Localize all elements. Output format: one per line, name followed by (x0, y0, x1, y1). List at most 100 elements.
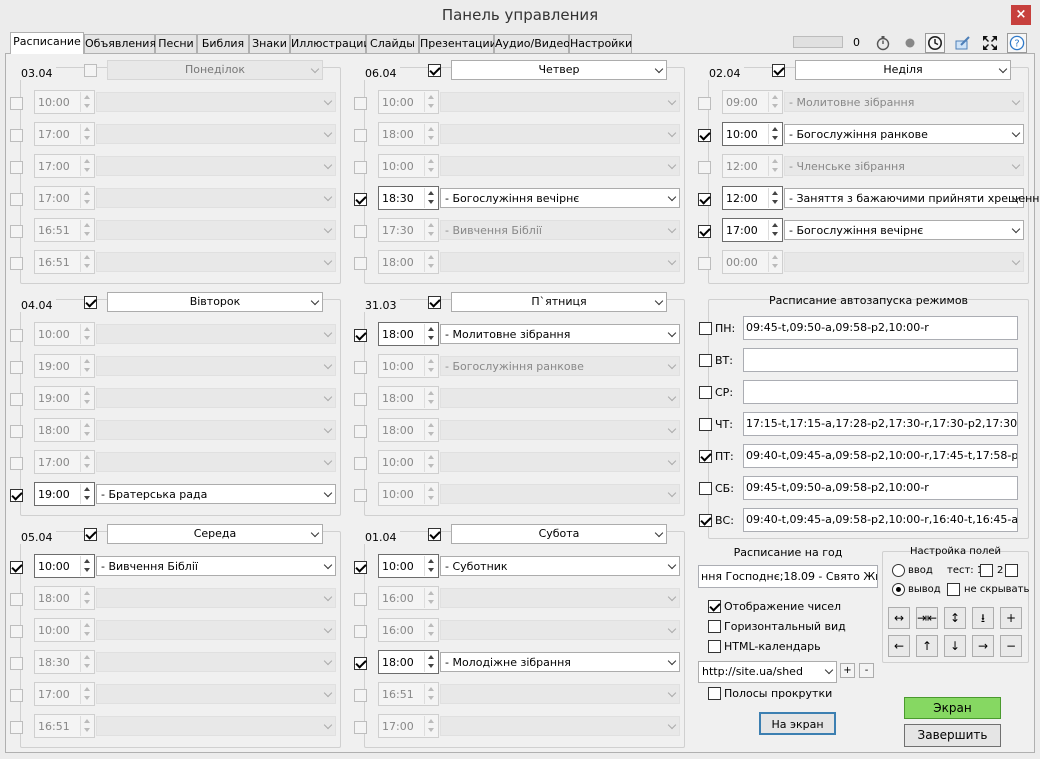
autostart-input[interactable]: 09:45-t,09:50-a,09:58-p2,10:00-r (743, 316, 1018, 340)
event-select[interactable] (96, 716, 336, 736)
event-select[interactable] (96, 588, 336, 608)
event-select[interactable]: - Членське зібрання (784, 156, 1024, 176)
event-select[interactable] (96, 92, 336, 112)
event-checkbox[interactable] (354, 129, 367, 142)
event-time-spinner[interactable]: 10:00 (378, 154, 439, 178)
spinner-arrows-icon[interactable] (424, 684, 437, 704)
autostart-input[interactable]: 09:40-t,09:45-a,09:58-p2,10:00-r,17:45-t… (743, 444, 1018, 468)
event-select[interactable]: - Богослужіння ранкове (784, 124, 1024, 144)
event-time-spinner[interactable]: 16:00 (378, 586, 439, 610)
day-name-select[interactable]: Понеділок (107, 60, 323, 80)
spinner-arrows-icon[interactable] (768, 124, 781, 144)
event-time-spinner[interactable]: 16:51 (34, 218, 95, 242)
event-select[interactable] (96, 452, 336, 472)
event-checkbox[interactable] (10, 329, 23, 342)
html-calendar-checkbox[interactable] (708, 640, 721, 653)
event-select[interactable] (440, 420, 680, 440)
event-select[interactable]: - Богослужіння вечірнє (440, 188, 680, 208)
event-checkbox[interactable] (354, 657, 367, 670)
event-time-spinner[interactable]: 19:00 (34, 354, 95, 378)
spinner-arrows-icon[interactable] (424, 556, 437, 576)
event-checkbox[interactable] (354, 561, 367, 574)
event-checkbox[interactable] (354, 161, 367, 174)
event-checkbox[interactable] (354, 97, 367, 110)
spinner-arrows-icon[interactable] (424, 124, 437, 144)
event-time-spinner[interactable]: 16:51 (34, 714, 95, 738)
event-time-spinner[interactable]: 10:00 (34, 554, 95, 578)
event-select[interactable] (440, 484, 680, 504)
event-time-spinner[interactable]: 16:00 (378, 618, 439, 642)
event-time-spinner[interactable]: 19:00 (34, 386, 95, 410)
event-time-spinner[interactable]: 17:00 (34, 122, 95, 146)
event-checkbox[interactable] (354, 393, 367, 406)
spinner-arrows-icon[interactable] (80, 252, 93, 272)
scrollbars-checkbox[interactable] (708, 687, 721, 700)
spinner-arrows-icon[interactable] (80, 388, 93, 408)
day-enable-checkbox[interactable] (428, 296, 441, 309)
event-select[interactable] (440, 388, 680, 408)
url-add-button[interactable]: + (840, 663, 855, 678)
year-schedule-input[interactable]: ння Господнє;18.09 - Свято Жнив (698, 565, 878, 588)
autostart-input[interactable] (743, 380, 1018, 404)
help-icon[interactable]: ? (1007, 33, 1027, 53)
spinner-arrows-icon[interactable] (80, 420, 93, 440)
event-checkbox[interactable] (354, 257, 367, 270)
spinner-arrows-icon[interactable] (424, 620, 437, 640)
event-time-spinner[interactable]: 18:30 (378, 186, 439, 210)
autostart-checkbox[interactable] (699, 482, 712, 495)
event-time-spinner[interactable]: 17:00 (34, 450, 95, 474)
event-time-spinner[interactable]: 18:00 (378, 322, 439, 346)
event-select[interactable] (440, 124, 680, 144)
finish-button[interactable]: Завершить (904, 724, 1001, 747)
day-name-select[interactable]: Субота (451, 524, 667, 544)
event-time-spinner[interactable]: 10:00 (34, 618, 95, 642)
event-checkbox[interactable] (354, 329, 367, 342)
event-select[interactable] (96, 620, 336, 640)
plus-button[interactable]: + (1000, 607, 1022, 629)
spinner-arrows-icon[interactable] (424, 188, 437, 208)
output-radio[interactable] (892, 583, 905, 596)
url-select[interactable]: http://site.ua/shed (698, 661, 837, 683)
event-time-spinner[interactable]: 18:00 (378, 418, 439, 442)
event-checkbox[interactable] (10, 425, 23, 438)
event-time-spinner[interactable]: 10:00 (378, 90, 439, 114)
event-checkbox[interactable] (354, 425, 367, 438)
stretch-vertical-button[interactable]: ↕ (944, 607, 966, 629)
record-icon[interactable] (900, 33, 920, 53)
spinner-arrows-icon[interactable] (80, 356, 93, 376)
event-select[interactable] (96, 124, 336, 144)
spinner-arrows-icon[interactable] (424, 484, 437, 504)
spinner-arrows-icon[interactable] (768, 188, 781, 208)
show-numbers-checkbox[interactable] (708, 600, 721, 613)
event-time-spinner[interactable]: 10:00 (34, 322, 95, 346)
event-time-spinner[interactable]: 10:00 (378, 554, 439, 578)
day-name-select[interactable]: Середа (107, 524, 323, 544)
spinner-arrows-icon[interactable] (424, 92, 437, 112)
event-time-spinner[interactable]: 10:00 (722, 122, 783, 146)
event-select[interactable] (440, 156, 680, 176)
day-enable-checkbox[interactable] (84, 64, 97, 77)
autostart-input[interactable]: 17:15-t,17:15-a,17:28-p2,17:30-r,17:30-p… (743, 412, 1018, 436)
event-checkbox[interactable] (10, 657, 23, 670)
event-checkbox[interactable] (698, 97, 711, 110)
spinner-arrows-icon[interactable] (424, 652, 437, 672)
event-select[interactable] (96, 220, 336, 240)
event-select[interactable] (440, 452, 680, 472)
no-hide-checkbox[interactable] (947, 583, 960, 596)
event-time-spinner[interactable]: 18:00 (378, 122, 439, 146)
minus-button[interactable]: − (1000, 635, 1022, 657)
test1-checkbox[interactable] (980, 564, 993, 577)
event-time-spinner[interactable]: 17:30 (378, 218, 439, 242)
event-select[interactable] (96, 356, 336, 376)
event-time-spinner[interactable]: 16:51 (378, 682, 439, 706)
event-checkbox[interactable] (354, 225, 367, 238)
event-select[interactable] (96, 420, 336, 440)
event-checkbox[interactable] (354, 361, 367, 374)
event-time-spinner[interactable]: 18:00 (378, 650, 439, 674)
screen-button[interactable]: Экран (904, 697, 1001, 719)
spinner-arrows-icon[interactable] (80, 684, 93, 704)
event-select[interactable]: - Молитовне зібрання (440, 324, 680, 344)
url-remove-button[interactable]: - (859, 663, 874, 678)
spinner-arrows-icon[interactable] (424, 588, 437, 608)
event-select[interactable] (784, 252, 1024, 272)
